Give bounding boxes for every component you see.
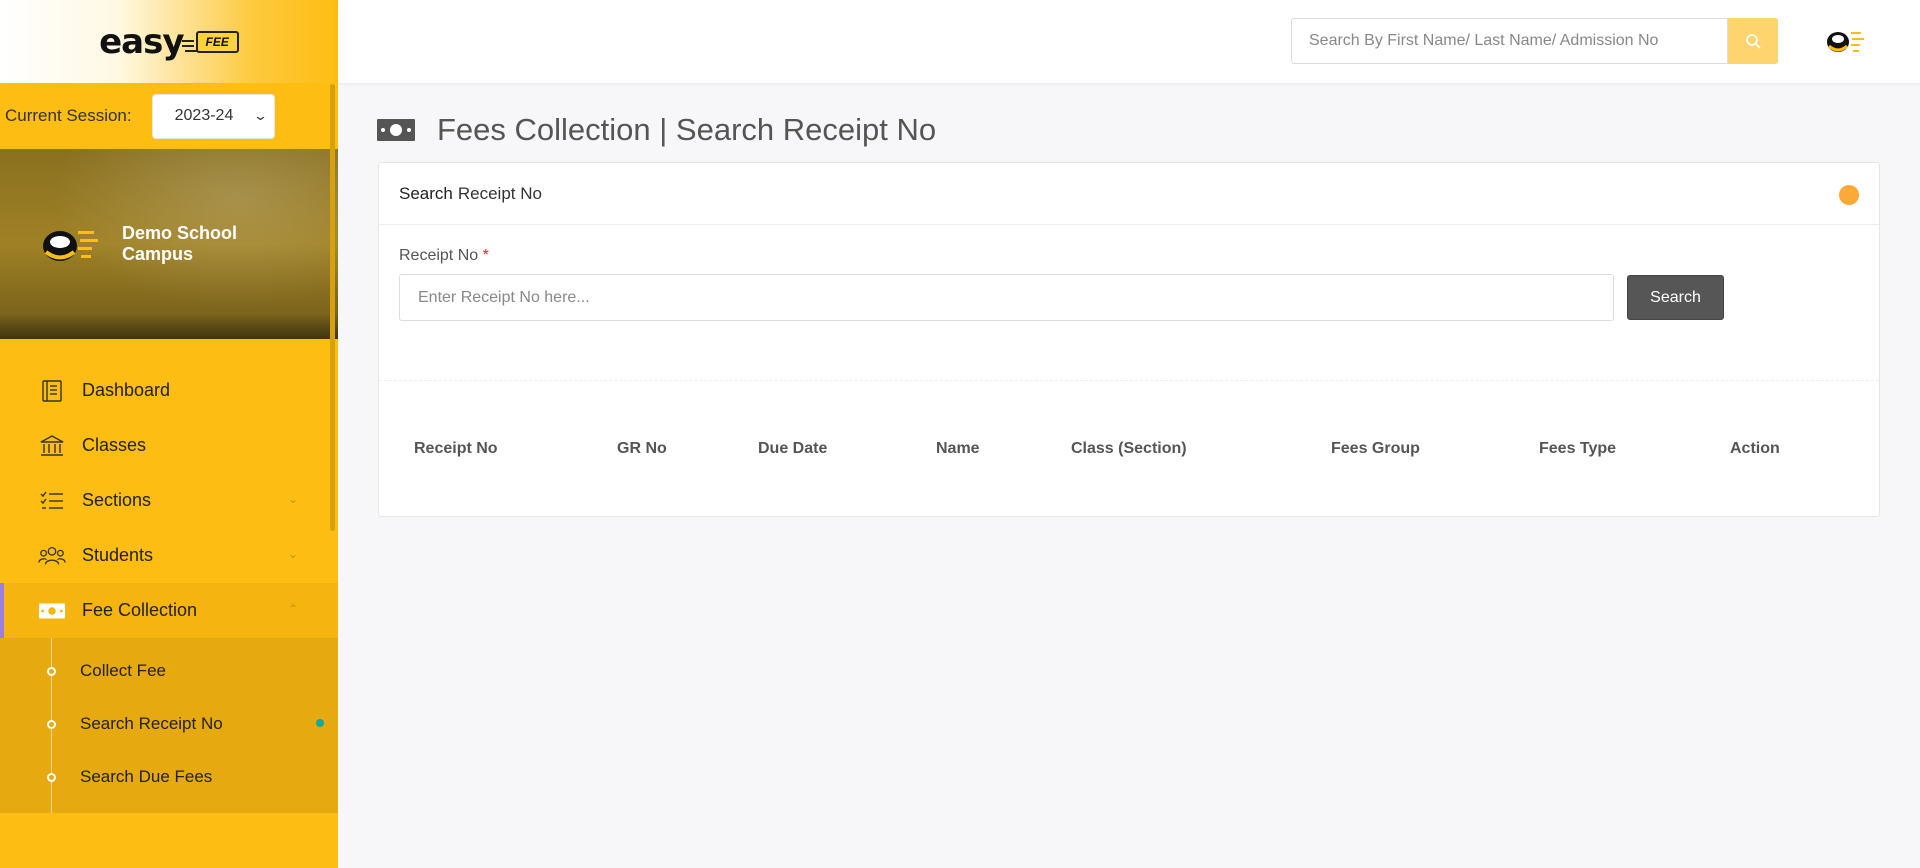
chevron-down-icon: ⌄: [252, 108, 268, 123]
page-title-text: Fees Collection | Search Receipt No: [437, 112, 937, 147]
sidebar-item-label: Sections: [82, 490, 152, 510]
search-icon: [1746, 34, 1761, 49]
avatar[interactable]: [1826, 24, 1866, 58]
session-selector: Current Session: 2023-24 ⌄: [0, 83, 338, 149]
bullet-icon: [47, 773, 56, 782]
submenu-item-search-due-fees[interactable]: Search Due Fees: [0, 750, 338, 803]
divider: [379, 380, 1879, 381]
receipt-no-placeholder: Enter Receipt No here...: [418, 288, 590, 306]
sidebar-item-classes[interactable]: Classes: [0, 418, 338, 473]
submenu-item-collect-fee[interactable]: Collect Fee: [0, 644, 338, 697]
money-icon: [38, 599, 66, 623]
student-search-input[interactable]: Search By First Name/ Last Name/ Admissi…: [1291, 18, 1728, 64]
list-icon: [38, 489, 66, 513]
session-label: Current Session:: [5, 106, 132, 125]
receipt-no-label: Receipt No *: [399, 247, 489, 265]
search-receipt-card: Search Receipt No Receipt No * Enter Rec…: [378, 162, 1880, 517]
fee-collection-submenu: Collect Fee Search Receipt No Search Due…: [0, 638, 338, 813]
search-button[interactable]: [1728, 18, 1778, 64]
bullet-icon: [47, 667, 56, 676]
active-indicator: [316, 719, 324, 727]
submenu-item-label: Search Receipt No: [80, 713, 223, 733]
submenu-item-search-receipt-no[interactable]: Search Receipt No: [0, 697, 338, 750]
card-title-bold: Search: [399, 183, 453, 203]
users-icon: [38, 544, 66, 568]
column-header: Name: [936, 440, 980, 457]
sidebar-menu: Dashboard Classes Sections ⌄ Students ⌄: [0, 339, 338, 813]
column-header: Receipt No: [414, 440, 498, 457]
brand-logo[interactable]: easy FEE: [0, 0, 338, 83]
dashboard-icon: [38, 379, 66, 403]
card-title-rest: Receipt No: [457, 183, 542, 203]
top-header: Search By First Name/ Last Name/ Admissi…: [338, 0, 1920, 83]
sidebar-item-fee-collection[interactable]: Fee Collection ⌃: [0, 583, 338, 638]
required-mark: *: [482, 247, 489, 264]
building-icon: [38, 434, 66, 458]
column-header: GR No: [617, 440, 667, 457]
sidebar-item-students[interactable]: Students ⌄: [0, 528, 338, 583]
campus-banner: Demo School Campus: [0, 149, 338, 339]
column-header: Fees Group: [1331, 440, 1420, 457]
campus-name: Demo School Campus: [122, 223, 238, 264]
session-select[interactable]: 2023-24 ⌄: [151, 93, 275, 139]
submenu-item-label: Search Due Fees: [80, 766, 213, 786]
chevron-down-icon: ⌄: [287, 547, 298, 561]
column-header: Due Date: [758, 440, 828, 457]
logo-badge: FEE: [181, 30, 239, 53]
session-value: 2023-24: [174, 107, 234, 124]
sidebar-item-label: Fee Collection: [82, 600, 198, 620]
column-header: Action: [1730, 440, 1780, 457]
search-submit-button[interactable]: Search: [1627, 275, 1724, 320]
sidebar-scrollbar[interactable]: [330, 84, 335, 531]
search-placeholder: Search By First Name/ Last Name/ Admissi…: [1309, 32, 1659, 49]
chevron-down-icon: ⌄: [287, 492, 298, 506]
sidebar-item-label: Classes: [82, 435, 147, 455]
logo-text: easy: [99, 21, 184, 62]
field-label-text: Receipt No: [399, 247, 479, 264]
receipt-no-input[interactable]: Enter Receipt No here...: [399, 274, 1614, 321]
page-title: Fees Collection | Search Receipt No: [377, 112, 936, 148]
status-indicator: [1839, 185, 1859, 205]
column-header: Class (Section): [1071, 440, 1187, 457]
chevron-up-icon: ⌃: [287, 602, 298, 616]
bullet-icon: [47, 720, 56, 729]
sidebar: easy FEE Current Session: 2023-24 ⌄ Demo…: [0, 0, 338, 868]
sidebar-item-label: Students: [82, 545, 154, 565]
column-header: Fees Type: [1539, 440, 1617, 457]
card-header: Search Receipt No: [379, 163, 1879, 225]
school-logo-icon: [43, 231, 98, 261]
sidebar-item-label: Dashboard: [82, 380, 171, 400]
sidebar-item-dashboard[interactable]: Dashboard: [0, 363, 338, 418]
submenu-item-label: Collect Fee: [80, 660, 166, 680]
money-icon: [377, 119, 415, 141]
sidebar-item-sections[interactable]: Sections ⌄: [0, 473, 338, 528]
